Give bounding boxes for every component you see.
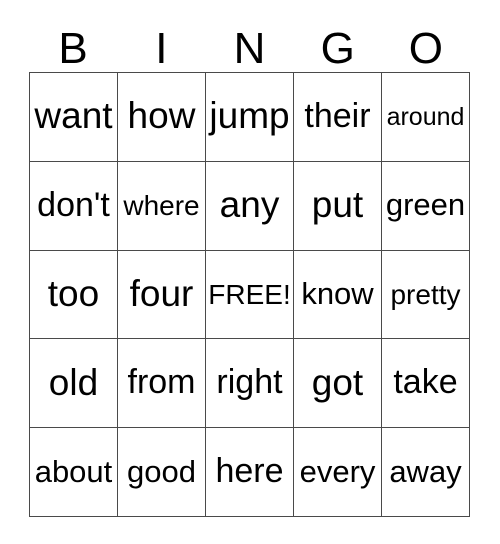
bingo-cell[interactable]: their [294,73,382,162]
bingo-cell-word: got [311,361,364,403]
bingo-cell-word: green [385,187,466,223]
bingo-cell-word: take [393,363,458,402]
bingo-cell-word: how [127,95,196,137]
bingo-cell[interactable]: want [30,73,118,162]
bingo-cell-word: jump [209,95,290,137]
bingo-cell[interactable]: got [294,339,382,429]
bingo-cell[interactable]: put [294,161,382,251]
bingo-cell-word: from [127,363,196,402]
bingo-cell[interactable]: know [294,250,382,340]
bingo-cell-word: good [127,453,196,489]
bingo-cell-word: about [34,453,113,489]
bingo-cell[interactable]: good [118,428,206,517]
bingo-cell[interactable]: around [382,73,470,162]
bingo-cell-word: want [34,95,113,137]
bingo-cell-word: around [386,102,465,131]
bingo-cell[interactable]: too [30,250,118,340]
bingo-cell[interactable]: how [118,73,206,162]
bingo-cell[interactable]: take [382,339,470,429]
bingo-header-row: B I N G O [29,18,470,72]
header-letter-b: B [58,24,88,73]
bingo-cell-word: their [304,97,371,136]
bingo-card: B I N G O want how jump their around don't whe… [0,0,500,544]
bingo-cell[interactable]: about [30,428,118,517]
bingo-cell[interactable]: don't [30,161,118,251]
bingo-cell[interactable]: away [382,428,470,517]
bingo-cell[interactable]: green [382,161,470,251]
header-letter-n: N [233,24,266,73]
bingo-cell-word: any [219,184,280,226]
bingo-cell-word: put [311,184,364,226]
bingo-cell[interactable]: here [206,428,294,517]
bingo-cell-free[interactable]: FREE! [206,250,294,340]
bingo-cell[interactable]: right [206,339,294,429]
bingo-cell-word: too [47,273,100,315]
bingo-grid: want how jump their around don't where any put gr… [29,72,470,517]
bingo-cell-word: here [215,452,284,491]
bingo-cell-word: don't [37,185,110,224]
bingo-cell-word: four [129,273,194,315]
bingo-cell[interactable]: where [118,161,206,251]
header-letter-o: O [408,24,444,73]
header-letter-i: I [155,24,168,73]
bingo-cell[interactable]: from [118,339,206,429]
bingo-cell-word: where [123,190,200,221]
bingo-cell-word: know [301,276,374,312]
header-letter-g: G [320,24,355,73]
bingo-cell-word: pretty [390,278,461,310]
bingo-cell[interactable]: four [118,250,206,340]
bingo-cell[interactable]: any [206,161,294,251]
bingo-cell[interactable]: pretty [382,250,470,340]
free-space-label: FREE! [208,278,291,310]
bingo-cell-word: old [48,361,99,403]
bingo-cell-word: right [216,363,283,402]
bingo-cell[interactable]: jump [206,73,294,162]
bingo-cell-word: every [299,453,376,489]
bingo-cell[interactable]: old [30,339,118,429]
bingo-cell[interactable]: every [294,428,382,517]
bingo-cell-word: away [389,453,462,489]
